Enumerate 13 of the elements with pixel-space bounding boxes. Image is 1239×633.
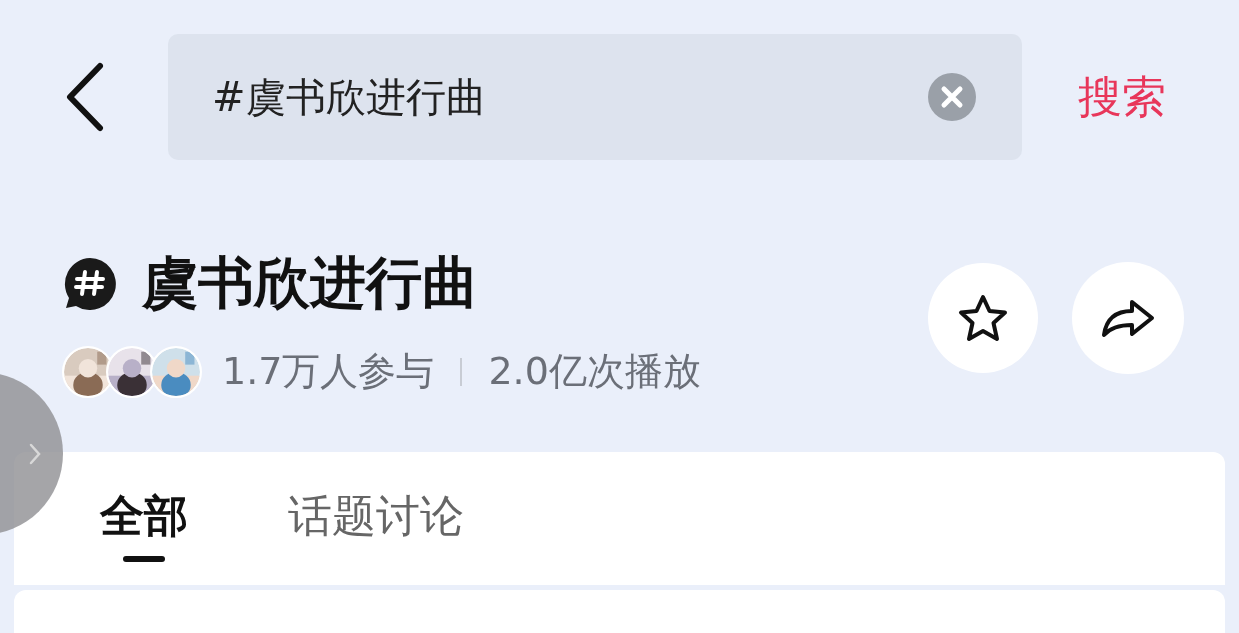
star-icon <box>958 293 1008 342</box>
topic-stat: 1.7万人参与 <box>222 348 435 395</box>
share-icon <box>1100 297 1156 338</box>
tab[interactable]: 话题讨论 <box>288 494 464 538</box>
tab[interactable]: 全部 <box>100 494 188 538</box>
topic-title: 虞书欣进行曲 <box>142 255 478 311</box>
search-field[interactable]: #虞书欣进行曲 <box>168 34 1022 160</box>
topic-stat: 2.0亿次播放 <box>488 348 701 395</box>
clear-icon[interactable] <box>928 73 976 121</box>
chevron-right-icon <box>29 442 41 465</box>
hashtag-bubble-icon <box>62 256 118 310</box>
search-value: #虞书欣进行曲 <box>212 73 487 122</box>
search-button[interactable]: 搜索 <box>1078 64 1166 130</box>
